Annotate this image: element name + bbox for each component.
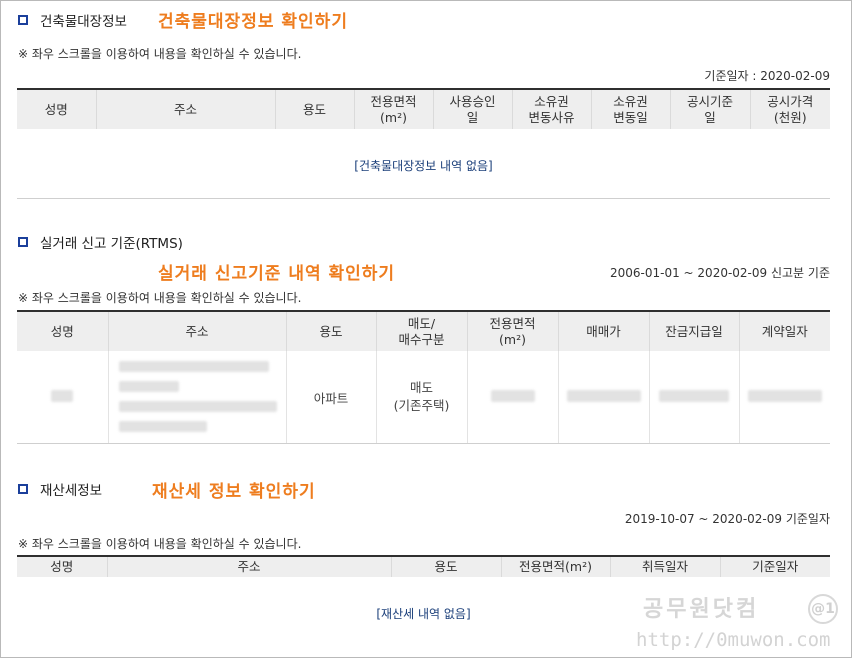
- col-header-ownership-date: 소유권 변동일: [590, 89, 670, 129]
- watermark-badge-icon: @1: [808, 594, 838, 624]
- cell-usage: 아파트: [285, 351, 376, 443]
- cell-address-blurred: [107, 351, 286, 443]
- cell-contract-date-blurred: [738, 351, 830, 443]
- section-title-rtms: 실거래 신고 기준(RTMS): [18, 232, 183, 252]
- col-header-name: 성명: [17, 89, 96, 129]
- building-table: 성명 주소 용도 전용면적 (m²) 사용승인 일 소유권 변동사유 소유권 변…: [17, 88, 830, 129]
- scroll-note: ※ 좌우 스크롤을 이용하여 내용을 확인하실 수 있습니다.: [18, 47, 302, 61]
- report-period: 2006-01-01 ~ 2020-02-09 신고분 기준: [610, 266, 830, 280]
- scroll-note: ※ 좌우 스크롤을 이용하여 내용을 확인하실 수 있습니다.: [18, 291, 302, 305]
- annotation-rtms: 실거래 신고기준 내역 확인하기: [158, 264, 396, 284]
- col-header-acquire-date: 취득일자: [609, 556, 720, 577]
- section-title-property-tax: 재산세정보: [18, 479, 102, 499]
- building-empty-message: [건축물대장정보 내역 없음]: [354, 159, 493, 173]
- col-header-address: 주소: [95, 89, 275, 129]
- reference-date: 기준일자 : 2020-02-09: [704, 69, 830, 83]
- col-header-usage: 용도: [274, 89, 354, 129]
- watermark-logo-text: 공무원닷컴: [643, 597, 760, 622]
- rtms-table: 성명 주소 용도 매도/ 매수구분 전용면적 (m²) 매매가 잔금지급일 계약…: [17, 310, 830, 443]
- col-header-price: 매매가: [557, 311, 649, 351]
- property-tax-table: 성명 주소 용도 전용면적(m²) 취득일자 기준일자: [17, 555, 830, 577]
- col-header-notice-date: 공시기준 일: [669, 89, 750, 129]
- section-title-text: 건축물대장정보: [40, 14, 127, 30]
- divider: [17, 443, 830, 444]
- col-header-address: 주소: [106, 556, 391, 577]
- square-bullet-icon: [18, 484, 28, 494]
- cell-area-blurred: [466, 351, 558, 443]
- col-header-notice-price: 공시가격 (천원): [749, 89, 830, 129]
- col-header-ownership-reason: 소유권 변동사유: [511, 89, 591, 129]
- col-header-area: 전용면적 (m²): [466, 311, 558, 351]
- col-header-area: 전용면적(m²): [500, 556, 610, 577]
- col-header-name: 성명: [17, 556, 107, 577]
- col-header-usage: 용도: [285, 311, 376, 351]
- scroll-note: ※ 좌우 스크롤을 이용하여 내용을 확인하실 수 있습니다.: [18, 537, 302, 551]
- col-header-balance-date: 잔금지급일: [648, 311, 739, 351]
- divider: [17, 198, 830, 199]
- section-title-building: 건축물대장정보: [18, 10, 127, 30]
- cell-name-blurred: [17, 351, 108, 443]
- annotation-property-tax: 재산세 정보 확인하기: [152, 482, 316, 502]
- col-header-name: 성명: [17, 311, 108, 351]
- cell-price-blurred: [557, 351, 649, 443]
- watermark-url: http://0muwon.com: [636, 629, 831, 651]
- col-header-approval-date: 사용승인 일: [432, 89, 512, 129]
- table-row: 아파트 매도 (기존주택): [17, 351, 830, 443]
- annotation-building: 건축물대장정보 확인하기: [158, 12, 348, 32]
- cell-balance-date-blurred: [648, 351, 739, 443]
- square-bullet-icon: [18, 237, 28, 247]
- col-header-contract-date: 계약일자: [738, 311, 830, 351]
- tax-period: 2019-10-07 ~ 2020-02-09 기준일자: [624, 512, 830, 526]
- col-header-usage: 용도: [390, 556, 501, 577]
- col-header-address: 주소: [107, 311, 286, 351]
- section-title-text: 실거래 신고 기준(RTMS): [40, 236, 183, 252]
- section-title-text: 재산세정보: [40, 483, 103, 499]
- col-header-area: 전용면적 (m²): [353, 89, 433, 129]
- cell-trade-type: 매도 (기존주택): [375, 351, 467, 443]
- col-header-trade-type: 매도/ 매수구분: [375, 311, 467, 351]
- square-bullet-icon: [18, 15, 28, 25]
- col-header-reference-date: 기준일자: [719, 556, 830, 577]
